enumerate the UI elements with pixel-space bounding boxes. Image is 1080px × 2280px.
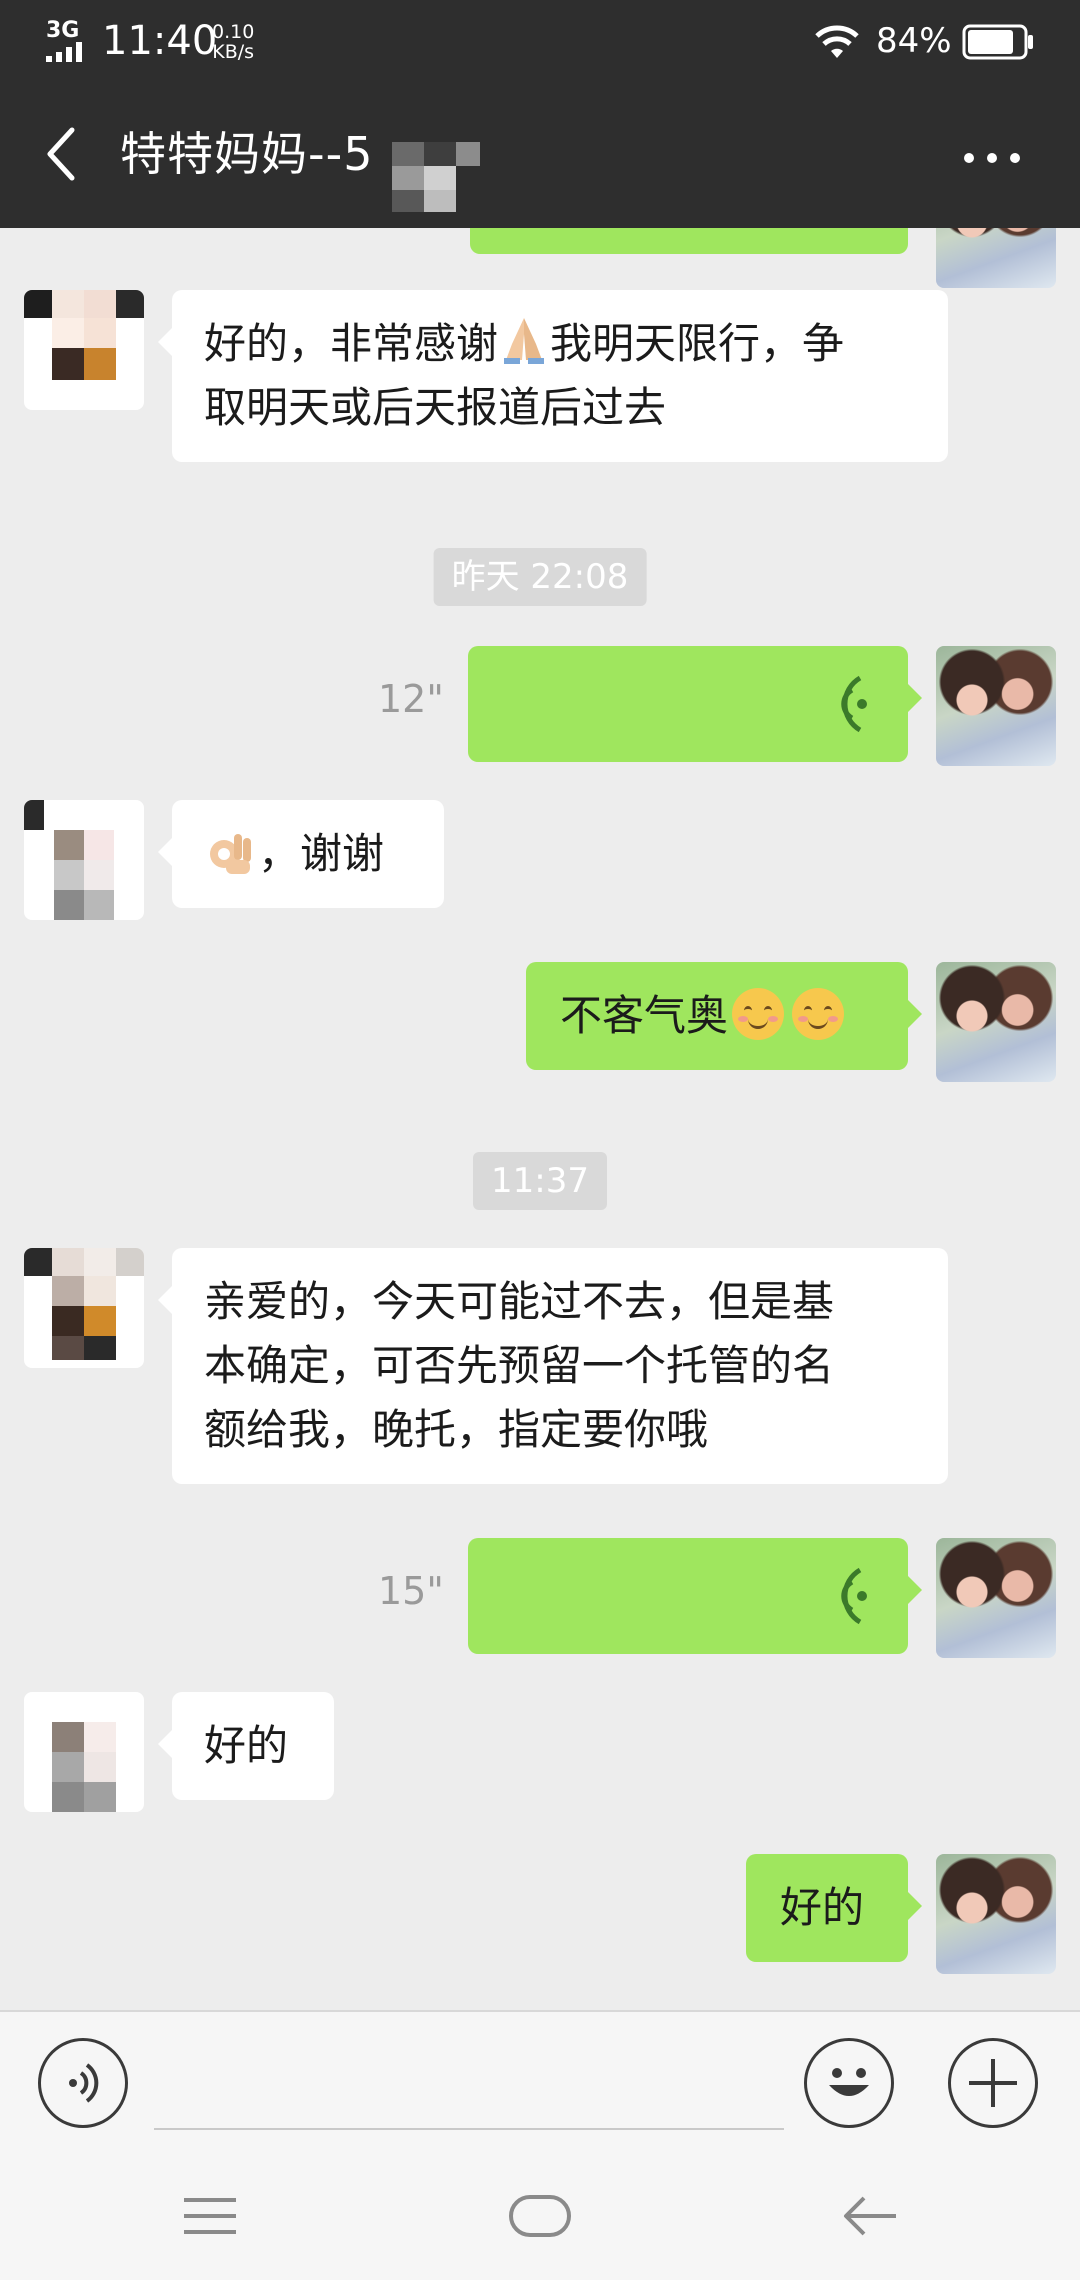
network-type: 3G — [46, 18, 80, 43]
emoji-icon[interactable] — [804, 2038, 894, 2128]
avatar[interactable] — [24, 1692, 144, 1812]
avatar[interactable] — [936, 646, 1056, 766]
message-line: 亲爱的，今天可能过不去，但是基 — [204, 1277, 835, 1326]
avatar[interactable] — [24, 1248, 144, 1368]
avatar[interactable] — [24, 800, 144, 920]
message-text: 我明天限行，争 — [550, 319, 845, 368]
message-text: 不客气奥 — [560, 991, 729, 1040]
voice-input-icon[interactable] — [38, 2038, 128, 2128]
signal-icon — [46, 42, 82, 62]
chat-header: 特特妈妈--5 — [0, 80, 1080, 228]
message-line: 额给我，晚托，指定要你哦 — [204, 1405, 709, 1454]
voice-message[interactable] — [468, 1538, 922, 1654]
speed-unit: KB/s — [212, 41, 255, 63]
battery-percent: 84% — [876, 21, 952, 61]
wifi-icon — [815, 25, 859, 58]
avatar[interactable] — [936, 1854, 1056, 1974]
ok-hand-emoji-icon — [204, 824, 258, 878]
system-nav-bar — [0, 2150, 1080, 2280]
avatar[interactable] — [936, 1538, 1056, 1658]
input-bar — [0, 2010, 1080, 2152]
avatar[interactable] — [936, 228, 1056, 288]
message-text: ，谢谢 — [258, 829, 385, 878]
avatar[interactable] — [936, 962, 1056, 1082]
outgoing-message[interactable]: 不客气奥 — [526, 962, 922, 1070]
battery-icon — [962, 24, 1033, 60]
message-text: 好的，非常感谢 — [204, 319, 499, 368]
chat-title: 特特妈妈--5 — [120, 127, 374, 181]
incoming-message[interactable]: 好的，非常感谢 我明天限行，争 取明天或后天报道后过去 — [158, 290, 948, 462]
more-dots-icon[interactable] — [964, 150, 1020, 166]
home-icon[interactable] — [508, 2194, 572, 2238]
status-bar: 3G 11:40 0.10 KB/s 84% — [0, 0, 1080, 80]
timestamp: 11:37 — [473, 1152, 607, 1210]
title-mosaic — [392, 142, 488, 212]
message-text: 好的 — [204, 1721, 289, 1770]
previous-outgoing-bubble — [470, 228, 908, 254]
network-speed: 0.10 KB/s — [212, 22, 254, 62]
avatar[interactable] — [24, 290, 144, 410]
clock: 11:40 — [102, 18, 218, 64]
menu-icon[interactable] — [182, 2196, 238, 2236]
voice-wave-icon — [841, 1567, 867, 1625]
timestamp: 昨天 22:08 — [433, 548, 647, 606]
voice-message[interactable] — [468, 646, 922, 762]
message-list[interactable]: 好的，非常感谢 我明天限行，争 取明天或后天报道后过去 昨天 22:08 12"… — [0, 228, 1080, 2010]
plus-icon[interactable] — [948, 2038, 1038, 2128]
voice-wave-icon — [841, 675, 867, 733]
chevron-left-icon[interactable] — [40, 124, 80, 184]
message-text: 好的 — [780, 1883, 865, 1932]
outgoing-message[interactable]: 好的 — [746, 1854, 922, 1962]
smiling-face-emoji-icon — [792, 988, 845, 1040]
folded-hands-emoji-icon — [498, 314, 550, 366]
message-line: 好的，非常感谢 我明天限行，争 — [204, 312, 916, 376]
voice-duration: 12" — [378, 677, 444, 721]
smiling-face-emoji-icon — [732, 988, 785, 1040]
message-line: 取明天或后天报道后过去 — [204, 383, 667, 432]
incoming-message[interactable]: 好的 — [158, 1692, 334, 1800]
incoming-message[interactable]: ，谢谢 — [158, 800, 444, 908]
message-input[interactable] — [154, 2128, 784, 2130]
voice-duration: 15" — [378, 1569, 444, 1613]
incoming-message[interactable]: 亲爱的，今天可能过不去，但是基 本确定，可否先预留一个托管的名 额给我，晚托，指… — [158, 1248, 948, 1484]
message-line: 本确定，可否先预留一个托管的名 — [204, 1341, 835, 1390]
back-arrow-icon[interactable] — [842, 2194, 898, 2238]
speed-value: 0.10 — [212, 21, 255, 43]
